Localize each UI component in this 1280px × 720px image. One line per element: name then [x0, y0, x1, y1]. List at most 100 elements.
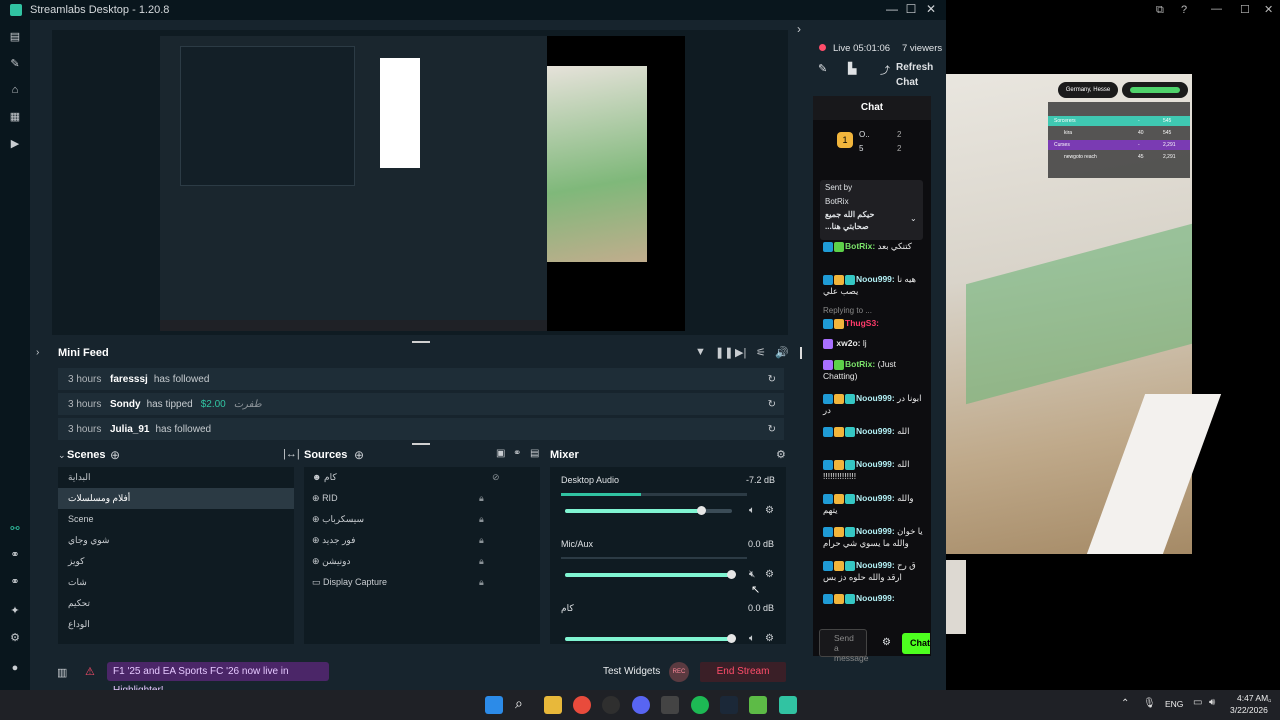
scene-item[interactable]: الوداع [58, 614, 294, 635]
source-settings-icon[interactable]: ▤ [530, 448, 539, 459]
minimize-button-2[interactable]: — [1211, 3, 1222, 15]
edit-icon[interactable]: ✎ [818, 62, 827, 75]
help-icon[interactable]: ? [1181, 4, 1187, 16]
gear-icon[interactable]: ⚙ [765, 505, 774, 516]
refresh-chat-button-line2[interactable]: Chat [896, 77, 918, 88]
mic-icon[interactable]: 🎙︎ [1143, 698, 1156, 709]
apps-icon[interactable]: ▦ [8, 110, 22, 124]
refresh-chat-button[interactable]: Refresh [896, 62, 933, 73]
source-item[interactable]: ▭ Display Capture 🔒︎ [304, 572, 540, 593]
volume-knob[interactable] [696, 506, 706, 515]
volume-knob[interactable] [727, 634, 736, 643]
network-icon[interactable]: ▭ [1193, 697, 1202, 708]
editor-icon[interactable]: ▤ [8, 30, 22, 44]
spotify-icon[interactable] [691, 696, 709, 714]
speaker-icon[interactable]: 🔈︎ [749, 505, 755, 516]
themes-icon[interactable]: ✎ [8, 57, 22, 71]
expand-chevron-icon[interactable]: › [36, 347, 39, 358]
volume-slider[interactable] [565, 634, 736, 643]
game-app-icon[interactable] [749, 696, 767, 714]
collapse-chevron-icon[interactable]: › [797, 22, 801, 36]
profile-icon[interactable]: ● [8, 661, 22, 675]
studio-mode-icon[interactable]: ⚯ [8, 522, 22, 536]
feedback-icon[interactable]: ⧉ [1156, 4, 1164, 17]
clock-time[interactable]: 4:47 AM [1237, 693, 1268, 703]
source-item[interactable]: ⊕ RID 🔒︎ [304, 488, 540, 509]
volume-slider[interactable] [565, 570, 736, 579]
mixer-settings-icon[interactable]: ⚙ [776, 448, 786, 461]
volume-slider[interactable] [565, 506, 732, 515]
source-item[interactable]: ⊕ سيسكرباب 🔒︎ [304, 509, 540, 530]
source-item[interactable]: ☻ كام ⊘ [304, 467, 540, 488]
highlighter-banner[interactable]: F1 '25 and EA Sports FC '26 now live in … [107, 662, 329, 696]
repeat-alert-icon[interactable]: ↻ [768, 424, 776, 435]
link-icon[interactable]: ⚭ [8, 575, 22, 589]
play-icon[interactable]: ▶ [8, 137, 22, 151]
pause-icon[interactable]: ❚❚ [715, 346, 733, 359]
lock-icon[interactable]: 🔒︎ [479, 551, 484, 572]
chrome-icon[interactable] [573, 696, 591, 714]
notification-icon[interactable]: ▫ [1268, 696, 1272, 707]
repeat-alert-icon[interactable]: ↻ [768, 399, 776, 410]
scene-transitions-icon[interactable]: |↔| [283, 448, 300, 460]
chat-send-button[interactable]: Chat [902, 633, 930, 654]
scene-item[interactable]: Scene [58, 509, 294, 530]
chevron-down-icon[interactable]: ⌄ [910, 214, 917, 223]
end-stream-button[interactable]: End Stream [700, 662, 786, 682]
maximize-button-2[interactable]: ☐ [1240, 3, 1250, 16]
add-source-icon[interactable]: ⊕ [354, 448, 364, 462]
rec-button[interactable]: REC [669, 662, 689, 682]
source-link-icon[interactable]: ⚭ [513, 448, 521, 459]
mute-alerts-icon[interactable]: ⚟ [756, 346, 766, 359]
test-widgets-button[interactable]: Test Widgets [603, 666, 660, 677]
lock-icon[interactable]: 🔒︎ [479, 509, 484, 530]
clock-date[interactable]: 3/22/2026 [1230, 705, 1268, 715]
hidden-eye-icon[interactable]: ⊘ [492, 467, 500, 488]
repeat-alert-icon[interactable]: ↻ [768, 374, 776, 385]
speaker-icon[interactable]: 🔈︎ [749, 633, 755, 644]
steam-icon[interactable] [720, 696, 738, 714]
start-icon[interactable] [485, 696, 503, 714]
lock-icon[interactable]: 🔒︎ [479, 572, 484, 593]
discord-icon[interactable] [632, 696, 650, 714]
resize-handle[interactable] [412, 443, 430, 445]
collapse-chevron-icon[interactable]: ⌄ [58, 450, 66, 461]
lock-icon[interactable]: 🔒︎ [479, 530, 484, 551]
skip-icon[interactable]: ▶| [735, 346, 746, 359]
file-explorer-icon[interactable] [544, 696, 562, 714]
language-indicator[interactable]: ENG [1165, 699, 1183, 709]
scene-item[interactable]: شات [58, 572, 294, 593]
maximize-button[interactable]: ☐ [903, 2, 919, 16]
popout-icon[interactable]: ▙ [848, 62, 856, 75]
streamlabs-taskbar-icon[interactable] [779, 696, 797, 714]
warning-icon[interactable]: ⚠ [85, 665, 95, 678]
xbox-icon[interactable] [602, 696, 620, 714]
source-item[interactable]: ⊕ دونيشن 🔒︎ [304, 551, 540, 572]
pinned-message[interactable]: Sent by BotRix حيكم الله جميع ...صحابتي … [820, 180, 923, 240]
lock-icon[interactable]: 🔒︎ [479, 488, 484, 509]
add-scene-icon[interactable]: ⊕ [110, 448, 120, 462]
filter-icon[interactable]: ▼ [695, 346, 706, 358]
stats-icon[interactable]: ▥ [57, 666, 67, 679]
chat-input[interactable]: Send a message [819, 629, 869, 663]
close-button[interactable]: ✕ [923, 2, 939, 16]
search-icon[interactable]: ⌕ [515, 695, 523, 712]
scene-item[interactable]: البداية [58, 467, 294, 488]
speaker-tray-icon[interactable]: 🔊︎ [1209, 697, 1215, 708]
scene-item[interactable]: شوي وجاي [58, 530, 294, 551]
tray-chevron-icon[interactable]: ⌃ [1121, 698, 1129, 709]
scene-item[interactable]: تحكيم [58, 593, 294, 614]
minimize-button[interactable]: — [884, 2, 900, 16]
close-button-2[interactable]: ✕ [1264, 3, 1273, 16]
sparkle-icon[interactable]: ✦ [8, 604, 22, 618]
volume-icon[interactable]: 🔊 [775, 346, 789, 359]
source-folder-icon[interactable]: ▣ [496, 448, 505, 459]
app-icon[interactable] [661, 696, 679, 714]
refresh-icon[interactable]: ⤴ [880, 62, 890, 77]
resize-handle[interactable] [412, 341, 430, 343]
chat-settings-icon[interactable]: ⚙ [882, 637, 891, 648]
volume-knob[interactable] [727, 570, 736, 579]
scene-item[interactable]: كويز [58, 551, 294, 572]
settings-icon[interactable]: ⚙ [8, 631, 22, 645]
scene-item-selected[interactable]: أفلام ومسلسلات [58, 488, 294, 509]
